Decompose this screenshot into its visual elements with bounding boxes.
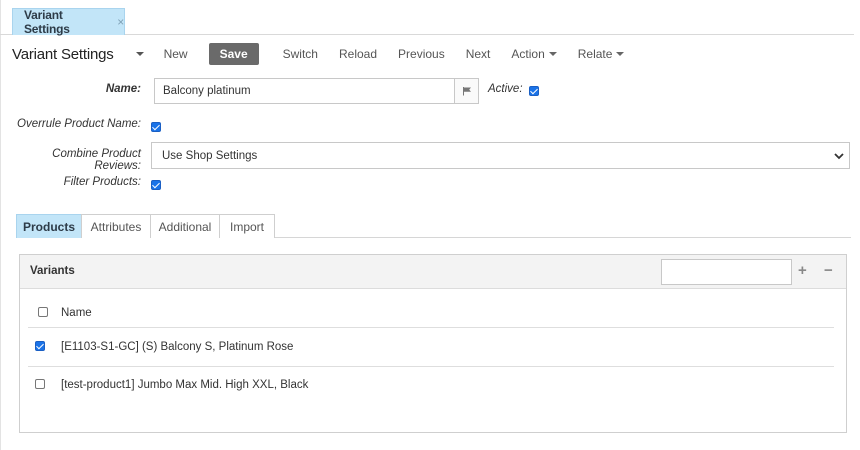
page-title: Variant Settings (12, 45, 114, 63)
overrule-product-name-label: Overrule Product Name: (17, 118, 141, 130)
tab-attributes[interactable]: Attributes (81, 214, 151, 238)
switch-button[interactable]: Switch (283, 47, 318, 61)
caret-down-icon (548, 52, 557, 56)
combine-product-reviews-select[interactable]: Use Shop Settings (151, 142, 850, 169)
chevron-down-icon (834, 153, 844, 160)
close-icon[interactable]: × (117, 15, 124, 29)
page-left-border (0, 0, 1, 450)
table-row[interactable]: [E1103-S1-GC] (S) Balcony S, Platinum Ro… (20, 328, 834, 366)
save-button[interactable]: Save (208, 43, 259, 65)
variant-name: [E1103-S1-GC] (S) Balcony S, Platinum Ro… (61, 341, 294, 353)
filter-products-label: Filter Products: (63, 176, 141, 188)
variants-panel-title: Variants (30, 265, 75, 277)
column-header-name: Name (61, 307, 92, 319)
filter-products-checkbox[interactable] (151, 180, 161, 190)
combine-product-reviews-value: Use Shop Settings (162, 149, 258, 162)
reload-button[interactable]: Reload (339, 47, 377, 61)
action-menu-button[interactable]: Action (511, 47, 557, 61)
action-menu-label: Action (511, 47, 545, 61)
overrule-product-name-checkbox[interactable] (151, 122, 161, 132)
variants-panel: Variants + − Name [E1103-S1-GC] (S) Balc… (19, 254, 847, 433)
caret-down-icon (616, 52, 625, 56)
translate-flag-button[interactable] (454, 78, 479, 104)
name-field-value: Balcony platinum (163, 85, 251, 97)
title-dropdown-caret-icon[interactable] (135, 52, 144, 56)
name-field[interactable]: Balcony platinum (154, 78, 455, 104)
minus-icon[interactable]: − (824, 263, 833, 279)
row-checkbox[interactable] (35, 341, 45, 351)
toolbar: Variant Settings New Save Switch Reload … (12, 42, 645, 66)
tab-additional[interactable]: Additional (150, 214, 220, 238)
relate-menu-label: Relate (577, 47, 613, 61)
flag-icon (462, 87, 471, 96)
relate-menu-button[interactable]: Relate (578, 47, 625, 61)
document-tab-label: Variant Settings (24, 8, 70, 36)
tab-products[interactable]: Products (16, 214, 82, 238)
table-row[interactable]: [test-product1] Jumbo Max Mid. High XXL,… (20, 367, 834, 405)
variants-panel-header: Variants + − (20, 255, 846, 289)
previous-button[interactable]: Previous (398, 47, 445, 61)
name-label: Name: (105, 83, 141, 95)
active-label: Active: (488, 83, 523, 95)
variants-search-input[interactable] (661, 259, 792, 285)
tab-import[interactable]: Import (219, 214, 275, 238)
plus-icon[interactable]: + (798, 263, 807, 279)
active-checkbox[interactable] (529, 86, 539, 96)
row-checkbox[interactable] (35, 379, 45, 389)
variant-name: [test-product1] Jumbo Max Mid. High XXL,… (61, 379, 309, 391)
variants-table-header: Name (20, 289, 834, 327)
document-tab-variant-settings[interactable]: Variant Settings × (12, 8, 125, 36)
section-tabs: Products Attributes Additional Import (16, 214, 851, 238)
select-all-checkbox[interactable] (38, 307, 48, 317)
combine-product-reviews-label: Combine Product Reviews: (52, 148, 141, 172)
next-button[interactable]: Next (466, 47, 491, 61)
new-button[interactable]: New (164, 47, 188, 61)
document-tab-strip: Variant Settings × (0, 0, 854, 36)
